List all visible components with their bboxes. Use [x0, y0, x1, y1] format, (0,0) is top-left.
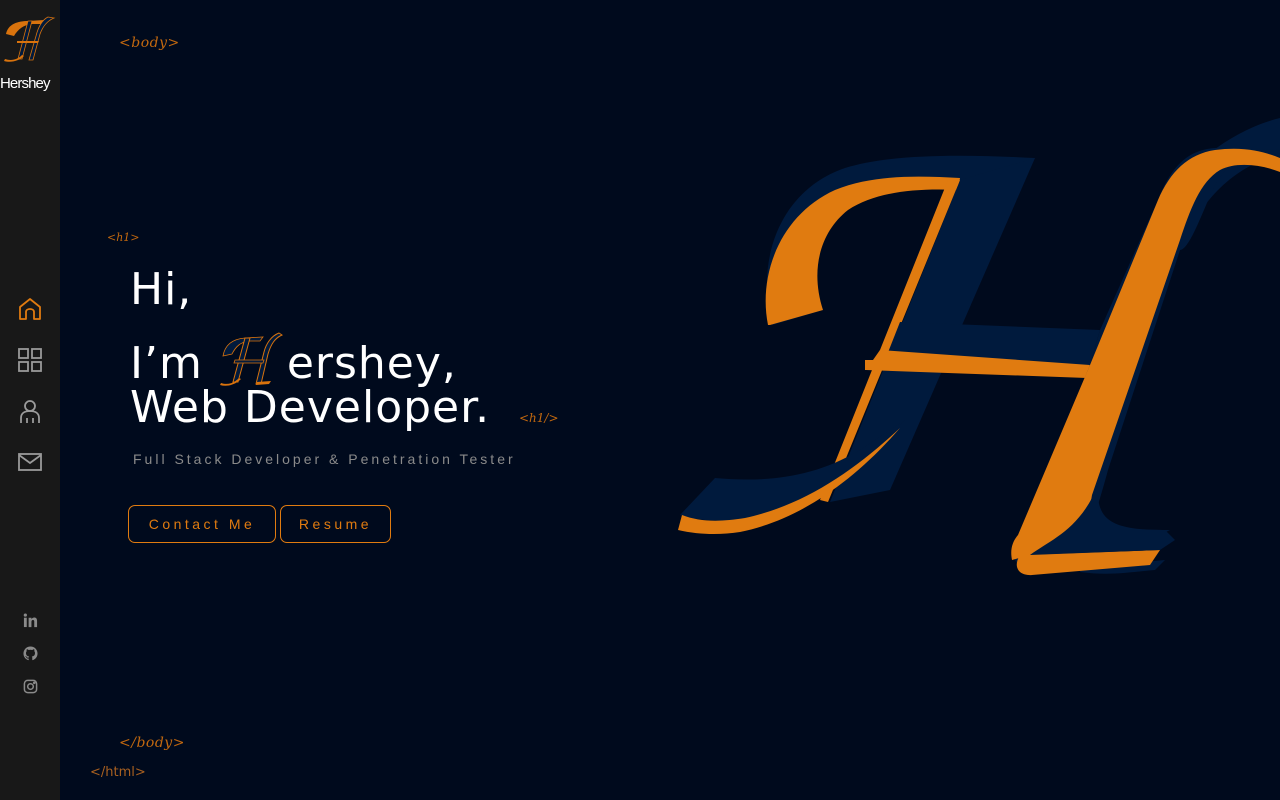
contact-me-button[interactable]: Contact Me — [128, 505, 276, 543]
mail-icon — [18, 452, 42, 471]
body-close-tag: </body> — [119, 735, 185, 751]
nav-item-contact[interactable] — [0, 436, 60, 487]
logo[interactable]: Hershey — [0, 12, 60, 92]
github-icon — [22, 646, 38, 661]
hero-im-text: I’m — [130, 338, 203, 389]
sidebar: Hershey — [0, 0, 60, 800]
resume-button[interactable]: Resume — [280, 505, 391, 543]
hero-greeting: Hi, — [130, 264, 193, 315]
html-close-tag: </html> — [90, 765, 146, 780]
h1-close-tag: <h1/> — [519, 411, 559, 425]
logo-text: Hershey — [0, 75, 50, 92]
hero-subtitle: Full Stack Developer & Penetration Teste… — [133, 451, 516, 467]
instagram-icon — [23, 679, 37, 694]
user-icon — [20, 399, 40, 423]
hero-name-line: I’m ershey, — [130, 330, 457, 386]
nav-item-home[interactable] — [0, 283, 60, 334]
social-links — [0, 604, 60, 703]
hero-role: Web Developer. — [130, 382, 491, 433]
grid-icon — [18, 347, 42, 372]
hero-h-letter-icon[interactable] — [219, 330, 283, 386]
home-icon — [19, 297, 41, 320]
social-github-link[interactable] — [0, 637, 60, 670]
social-linkedin-link[interactable] — [0, 604, 60, 637]
sidebar-nav — [0, 283, 60, 487]
nav-item-about[interactable] — [0, 385, 60, 436]
nav-item-portfolio[interactable] — [0, 334, 60, 385]
linkedin-icon — [23, 613, 37, 628]
social-instagram-link[interactable] — [0, 670, 60, 703]
body-open-tag: <body> — [119, 35, 180, 51]
hero-h-logo — [678, 118, 1280, 576]
logo-h-mark-icon — [4, 16, 56, 62]
h1-open-tag: <h1> — [107, 231, 140, 244]
